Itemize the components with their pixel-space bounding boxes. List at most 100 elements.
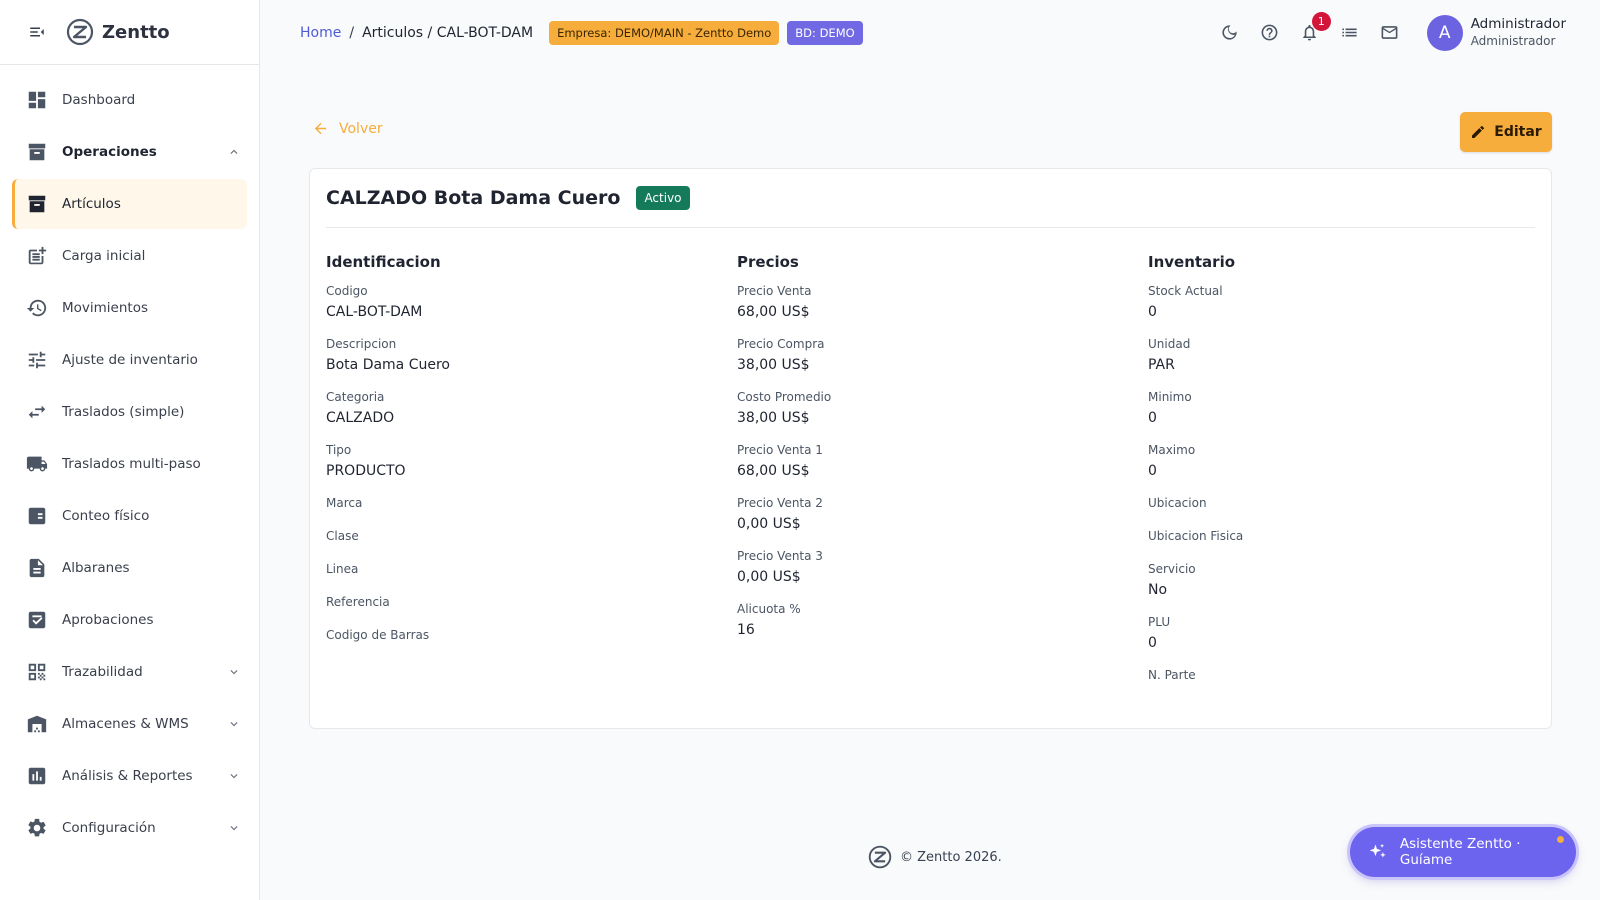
field-ubicacion-fisica: Ubicacion Fisica (1148, 528, 1528, 544)
edit-label: Editar (1494, 124, 1542, 140)
field-ubicacion: Ubicacion (1148, 495, 1528, 511)
sidebar-item-albaranes[interactable]: Albaranes (12, 543, 247, 593)
sidebar-header: Zentto (0, 0, 259, 65)
chevron-down-icon (227, 665, 241, 679)
arrow-left-icon (314, 122, 327, 135)
sidebar-item-configuracion[interactable]: Configuración (12, 803, 247, 853)
sidebar-item-traslados-simple[interactable]: Traslados (simple) (12, 387, 247, 437)
chevron-up-icon (227, 145, 241, 159)
field-linea: Linea (326, 561, 706, 577)
sidebar: Zentto Dashboard Operaciones Artículos C… (0, 0, 260, 900)
field-label: Marca (326, 496, 363, 510)
sidebar-item-dashboard[interactable]: Dashboard (12, 75, 247, 125)
sidebar-item-carga-inicial[interactable]: Carga inicial (12, 231, 247, 281)
sidebar-item-label: Trazabilidad (62, 664, 143, 680)
sidebar-item-almacenes-wms[interactable]: Almacenes & WMS (12, 699, 247, 749)
archive-icon (26, 141, 48, 163)
chevron-down-icon (227, 821, 241, 835)
swap-icon (26, 401, 48, 423)
field-label: N. Parte (1148, 668, 1196, 682)
field-minimo: Minimo 0 (1148, 389, 1528, 428)
sidebar-item-traslados-multipaso[interactable]: Traslados multi-paso (12, 439, 247, 489)
section-inventario: Inventario Stock Actual 0 Unidad PAR Min… (1148, 253, 1528, 700)
field-clase: Clase (326, 528, 706, 544)
field-tipo: Tipo PRODUCTO (326, 442, 706, 481)
footer: © Zentto 2026. (868, 845, 1002, 869)
section-title: Precios (737, 253, 799, 271)
field-label: Codigo (326, 284, 368, 298)
sidebar-item-conteo-fisico[interactable]: Conteo físico (12, 491, 247, 541)
archive-icon (26, 193, 48, 215)
sidebar-item-analisis-reportes[interactable]: Análisis & Reportes (12, 751, 247, 801)
field-codigo: Codigo CAL-BOT-DAM (326, 283, 706, 322)
sidebar-item-articulos[interactable]: Artículos (12, 179, 247, 229)
assistant-label: Asistente Zentto · Guíame (1399, 836, 1521, 868)
field-value: CALZADO (326, 410, 395, 426)
field-value: 68,00 US$ (737, 304, 810, 320)
sidebar-item-label: Configuración (62, 820, 156, 836)
breadcrumb-home-link[interactable]: Home (300, 25, 341, 41)
tune-icon (26, 349, 48, 371)
field-stock-actual: Stock Actual 0 (1148, 283, 1528, 322)
field-label: Unidad (1148, 337, 1191, 351)
field-value: PRODUCTO (326, 463, 406, 479)
breadcrumb: Home / Articulos / CAL-BOT-DAM (300, 25, 533, 41)
assistant-indicator-dot (1557, 836, 1564, 843)
brand[interactable]: Zentto (66, 18, 170, 46)
mail-icon[interactable] (1379, 22, 1401, 44)
field-plu: PLU 0 (1148, 614, 1528, 653)
document-icon (26, 557, 48, 579)
pencil-icon (1472, 125, 1485, 138)
company-chip[interactable]: Empresa: DEMO/MAIN - Zentto Demo (549, 20, 780, 45)
sidebar-item-label: Dashboard (62, 92, 136, 108)
user-menu[interactable]: A Administrador Administrador (1426, 14, 1566, 51)
back-button[interactable]: Volver (312, 120, 383, 137)
assistant-button[interactable]: Asistente Zentto · Guíame (1350, 827, 1576, 877)
menu-collapse-icon[interactable] (28, 23, 46, 41)
edit-button[interactable]: Editar (1460, 112, 1552, 152)
avatar: A (1426, 14, 1463, 51)
field-label: PLU (1148, 615, 1171, 629)
field-value: 38,00 US$ (737, 410, 810, 426)
field-label: Clase (326, 529, 359, 543)
sidebar-item-label: Aprobaciones (62, 612, 154, 628)
warehouse-icon (26, 713, 48, 735)
copyright-text: © Zentto 2026. (900, 849, 1002, 865)
section-identificacion: Identificacion Codigo CAL-BOT-DAM Descri… (326, 253, 706, 660)
field-label: Stock Actual (1148, 284, 1223, 298)
section-precios: Precios Precio Venta 68,00 US$ Precio Co… (737, 253, 1117, 654)
topbar: Home / Articulos / CAL-BOT-DAM Empresa: … (260, 0, 1600, 65)
user-info: Administrador Administrador (1471, 16, 1566, 50)
sidebar-item-label: Carga inicial (62, 248, 146, 264)
dark-mode-icon[interactable] (1219, 22, 1241, 44)
sidebar-item-movimientos[interactable]: Movimientos (12, 283, 247, 333)
sidebar-item-trazabilidad[interactable]: Trazabilidad (12, 647, 247, 697)
task-list-icon[interactable] (1339, 22, 1361, 44)
field-precio-venta: Precio Venta 68,00 US$ (737, 283, 1117, 322)
sidebar-item-ajuste-inventario[interactable]: Ajuste de inventario (12, 335, 247, 385)
checklist-icon (26, 505, 48, 527)
field-descripcion: Descripcion Bota Dama Cuero (326, 336, 706, 375)
field-label: Ubicacion Fisica (1148, 529, 1244, 543)
help-icon[interactable] (1259, 22, 1281, 44)
sidebar-item-label: Artículos (62, 196, 121, 212)
truck-icon (26, 453, 48, 475)
field-label: Categoria (326, 390, 385, 404)
field-value: 0 (1148, 463, 1157, 479)
qr-code-icon (26, 661, 48, 683)
sidebar-item-label: Traslados (simple) (62, 404, 185, 420)
sidebar-item-operaciones[interactable]: Operaciones (12, 127, 247, 177)
zentto-logo-icon (66, 18, 94, 46)
zentto-logo-icon (868, 845, 892, 869)
status-badge: Activo (636, 186, 690, 210)
user-role: Administrador (1470, 33, 1556, 48)
field-precio-venta-3: Precio Venta 3 0,00 US$ (737, 548, 1117, 587)
back-label: Volver (339, 120, 383, 137)
sidebar-item-aprobaciones[interactable]: Aprobaciones (12, 595, 247, 645)
field-label: Maximo (1148, 443, 1196, 457)
notifications-icon[interactable]: 1 (1299, 11, 1331, 44)
field-label: Linea (326, 562, 359, 576)
field-label: Precio Venta 1 (737, 443, 823, 457)
sidebar-item-label: Operaciones (62, 144, 157, 160)
database-chip[interactable]: BD: DEMO (787, 20, 863, 45)
